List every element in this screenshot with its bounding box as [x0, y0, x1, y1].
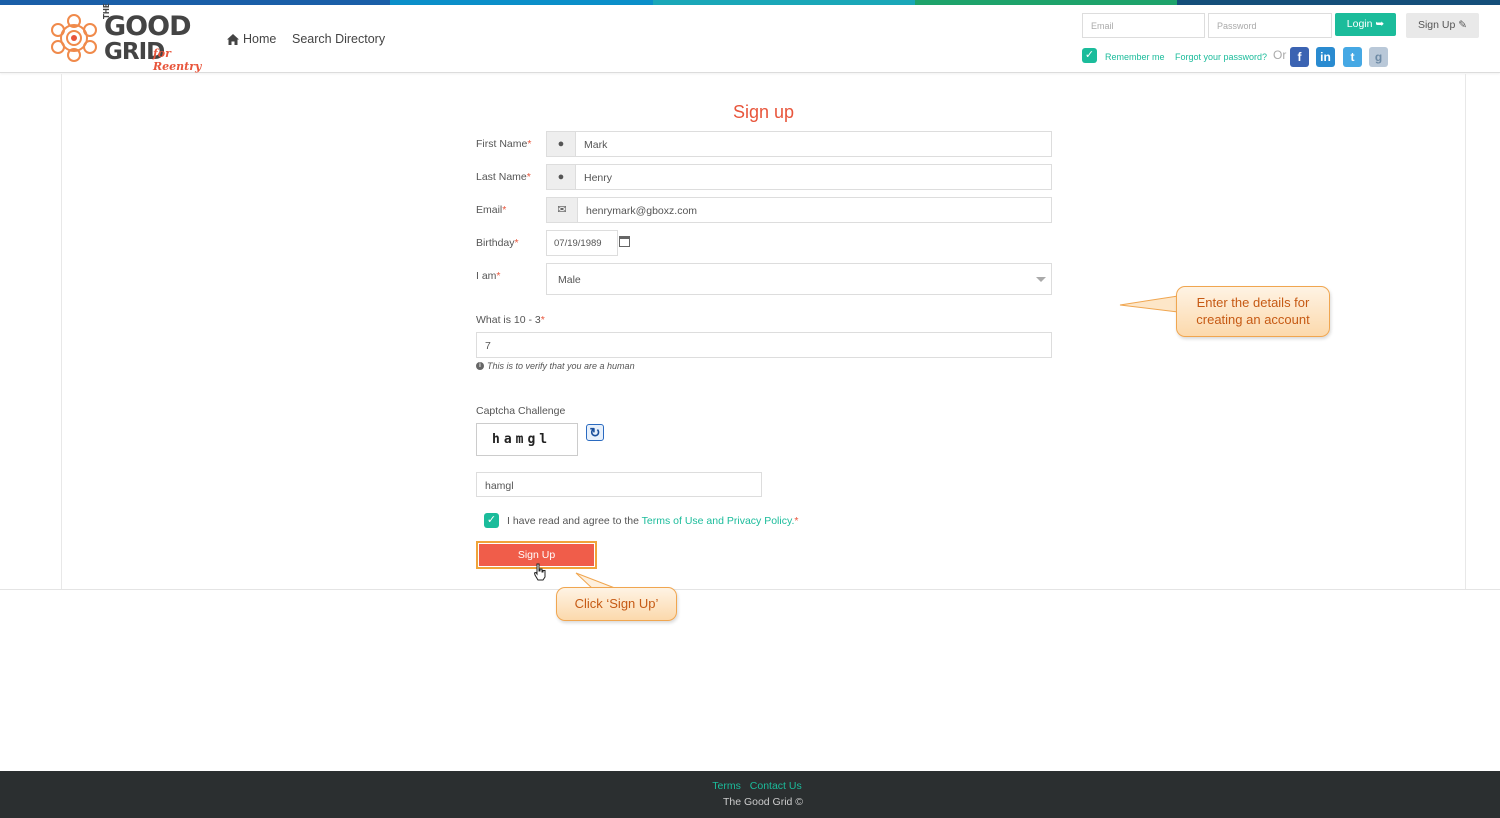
agree-label: I have read and agree to the Terms of Us… — [507, 515, 799, 527]
click-signup-callout: Click ‘Sign Up’ — [556, 587, 677, 621]
footer-copyright: The Good Grid © — [722, 796, 804, 808]
login-password-input[interactable]: Password — [1208, 13, 1332, 38]
or-separator: Or — [1273, 48, 1287, 62]
chevron-down-icon — [1036, 277, 1046, 282]
terms-privacy-link[interactable]: Terms of Use and Privacy Policy — [642, 515, 792, 527]
gender-value: Male — [558, 274, 581, 286]
callout-pointer — [1119, 295, 1179, 313]
email-label: Email* — [476, 204, 507, 216]
math-hint: i This is to verify that you are a human — [476, 361, 635, 371]
footer: Terms Contact Us The Good Grid © — [0, 771, 1500, 818]
facebook-icon[interactable]: f — [1290, 47, 1309, 67]
nav-home-label: Home — [243, 32, 277, 46]
footer-links: Terms Contact Us — [0, 780, 1500, 792]
email-field[interactable]: henrymark@gboxz.com — [577, 197, 1052, 223]
brand-logo[interactable]: THE GOOD GRID for Reentry — [48, 3, 218, 73]
navbar: THE GOOD GRID for Reentry Home Search Di… — [0, 3, 1500, 73]
remember-me-checkbox[interactable]: ✓ — [1082, 48, 1097, 63]
nav-home-link[interactable]: Home — [227, 32, 276, 46]
info-icon: i — [476, 362, 484, 370]
check-icon: ✓ — [486, 514, 497, 526]
refresh-icon[interactable]: ↻ — [586, 424, 604, 441]
gender-select[interactable]: Male — [546, 263, 1052, 295]
last-name-field[interactable]: Henry — [575, 164, 1052, 190]
calendar-icon[interactable] — [619, 236, 630, 247]
math-question-label: What is 10 - 3* — [476, 314, 545, 326]
last-name-label: Last Name* — [476, 171, 531, 183]
gender-label: I am* — [476, 270, 501, 282]
envelope-icon: ✉ — [546, 197, 578, 223]
captcha-input[interactable]: hamgl — [476, 472, 762, 497]
hand-cursor-icon — [533, 563, 546, 581]
nav-search-directory-link[interactable]: Search Directory — [292, 32, 385, 46]
logo-good: GOOD — [104, 11, 191, 42]
birthday-label: Birthday* — [476, 237, 519, 249]
page-title: Sign up — [732, 102, 795, 122]
user-icon: ● — [546, 164, 576, 190]
header-signup-button[interactable]: Sign Up ✎ — [1406, 13, 1479, 38]
agree-checkbox[interactable]: ✓ — [484, 513, 499, 528]
math-hint-text: This is to verify that you are a human — [487, 361, 635, 371]
login-button[interactable]: Login ➥ — [1335, 13, 1396, 36]
sign-in-icon: ➥ — [1375, 18, 1385, 30]
check-icon: ✓ — [1084, 49, 1095, 61]
birthday-field[interactable]: 07/19/1989 — [546, 230, 618, 256]
header-signup-label: Sign Up — [1417, 19, 1456, 31]
first-name-field[interactable]: Mark — [575, 131, 1052, 157]
captcha-label: Captcha Challenge — [476, 405, 566, 417]
login-email-input[interactable]: Email — [1082, 13, 1205, 38]
content-divider — [0, 589, 1500, 590]
twitter-icon[interactable]: t — [1343, 47, 1362, 67]
user-icon: ● — [546, 131, 576, 157]
forgot-password-link[interactable]: Forgot your password? — [1175, 52, 1267, 62]
remember-me-label[interactable]: Remember me — [1105, 52, 1165, 62]
logo-tagline: for Reentry — [153, 47, 202, 73]
edit-icon: ✎ — [1458, 19, 1468, 31]
first-name-label: First Name* — [476, 138, 532, 150]
google-icon[interactable]: g — [1369, 47, 1388, 67]
login-button-label: Login — [1346, 18, 1373, 30]
details-callout: Enter the details for creating an accoun… — [1176, 286, 1330, 337]
flower-logo-icon — [51, 14, 97, 62]
nav-search-directory-label: Search Directory — [292, 32, 386, 46]
linkedin-icon[interactable]: in — [1316, 47, 1335, 67]
captcha-image: hamgl — [476, 423, 578, 456]
home-icon — [227, 33, 239, 45]
math-answer-field[interactable]: 7 — [476, 332, 1052, 358]
footer-contact-link[interactable]: Contact Us — [750, 780, 802, 792]
footer-terms-link[interactable]: Terms — [712, 780, 741, 792]
